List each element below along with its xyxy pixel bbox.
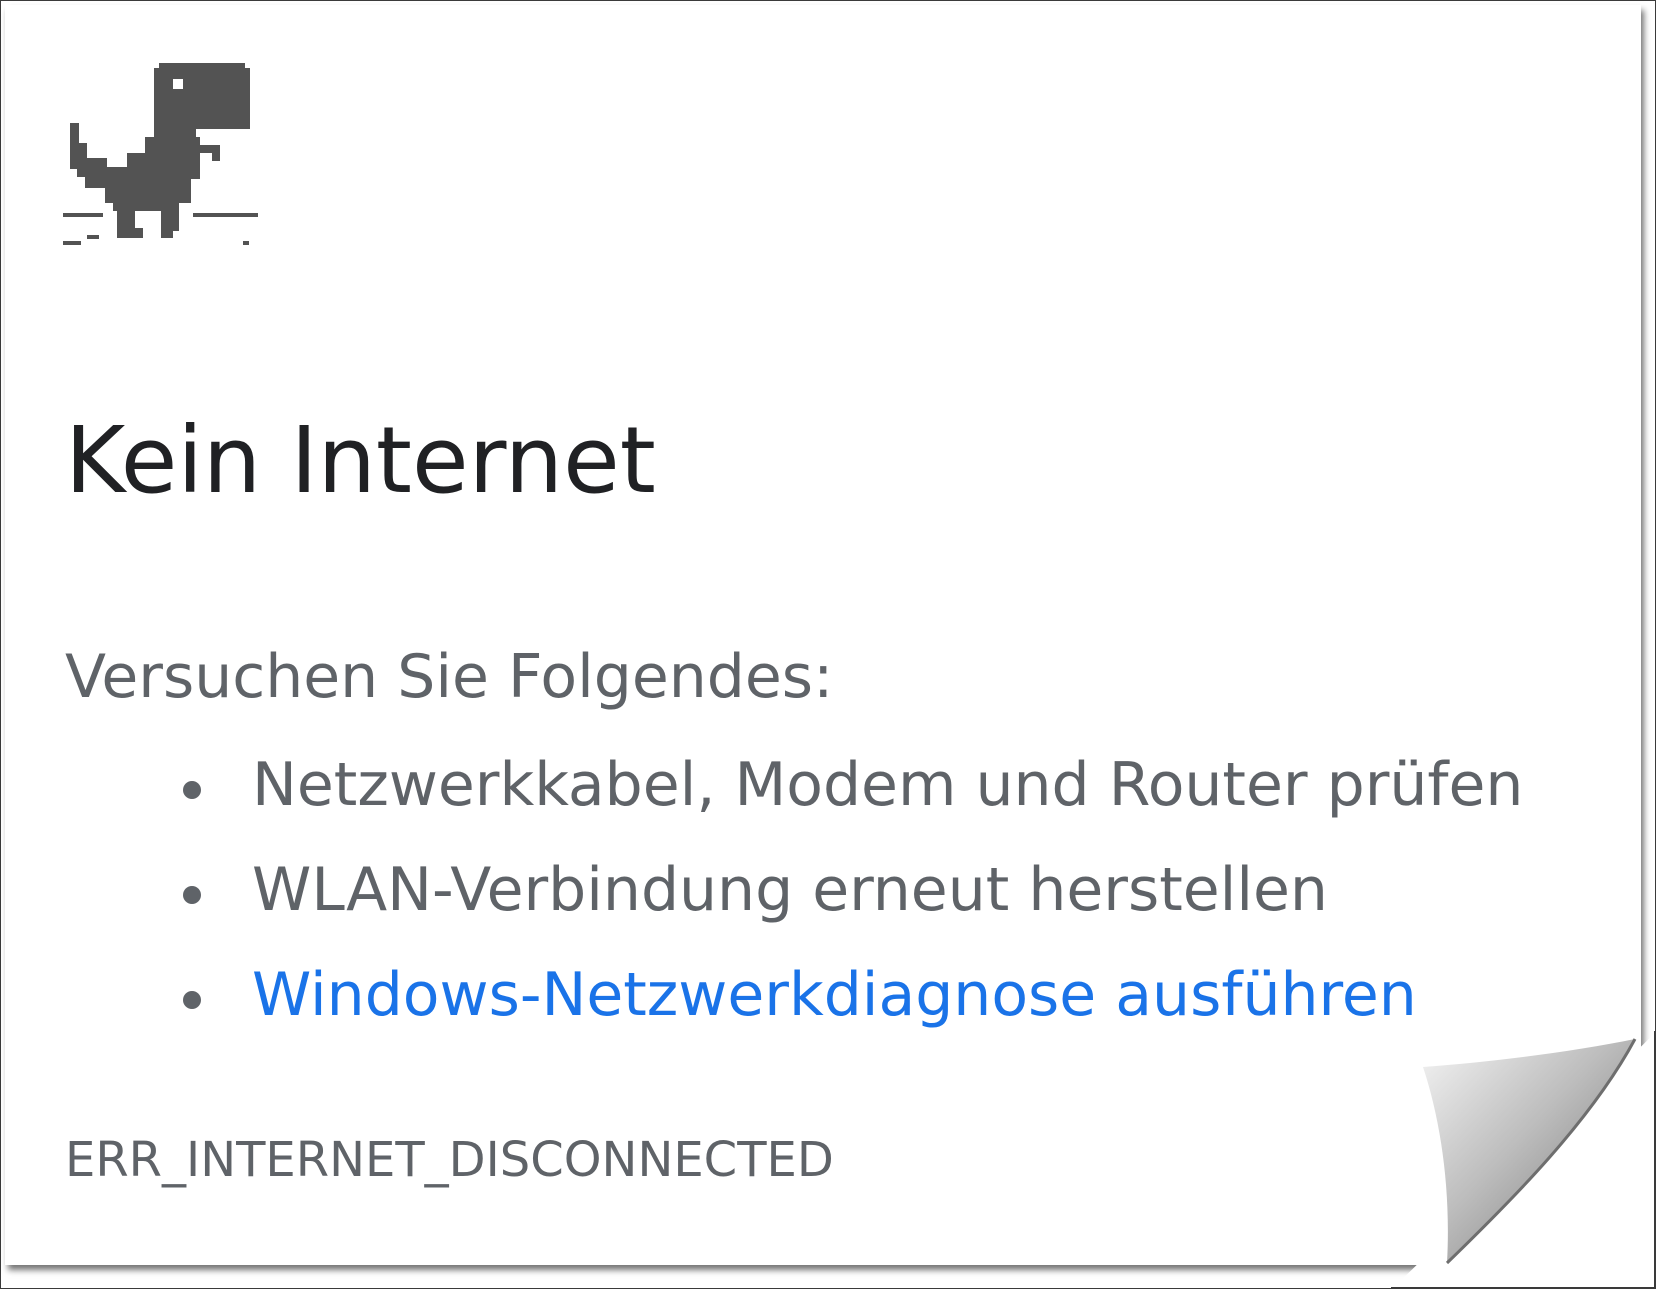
suggestion-check-cables: Netzwerkkabel, Modem und Router prüfen bbox=[252, 750, 1524, 820]
offline-dinosaur-icon bbox=[63, 63, 258, 245]
screenshot-frame: Kein Internet Versuchen Sie Folgendes: N… bbox=[0, 0, 1656, 1290]
page-title: Kein Internet bbox=[65, 407, 656, 514]
run-network-diagnostics-link[interactable]: Windows-Netzwerkdiagnose ausführen bbox=[252, 960, 1417, 1030]
suggestions-list: Netzwerkkabel, Modem und Router prüfen W… bbox=[175, 755, 1523, 1070]
suggestions-heading: Versuchen Sie Folgendes: bbox=[65, 642, 834, 712]
error-code: ERR_INTERNET_DISCONNECTED bbox=[65, 1132, 834, 1188]
error-page: Kein Internet Versuchen Sie Folgendes: N… bbox=[5, 5, 1641, 1265]
bullet-icon bbox=[183, 991, 201, 1009]
suggestion-item: WLAN-Verbindung erneut herstellen bbox=[175, 860, 1523, 965]
bullet-icon bbox=[183, 781, 201, 799]
suggestion-item: Windows-Netzwerkdiagnose ausführen bbox=[175, 965, 1523, 1070]
bullet-icon bbox=[183, 886, 201, 904]
suggestion-item: Netzwerkkabel, Modem und Router prüfen bbox=[175, 755, 1523, 860]
suggestion-reconnect-wifi: WLAN-Verbindung erneut herstellen bbox=[252, 855, 1328, 925]
